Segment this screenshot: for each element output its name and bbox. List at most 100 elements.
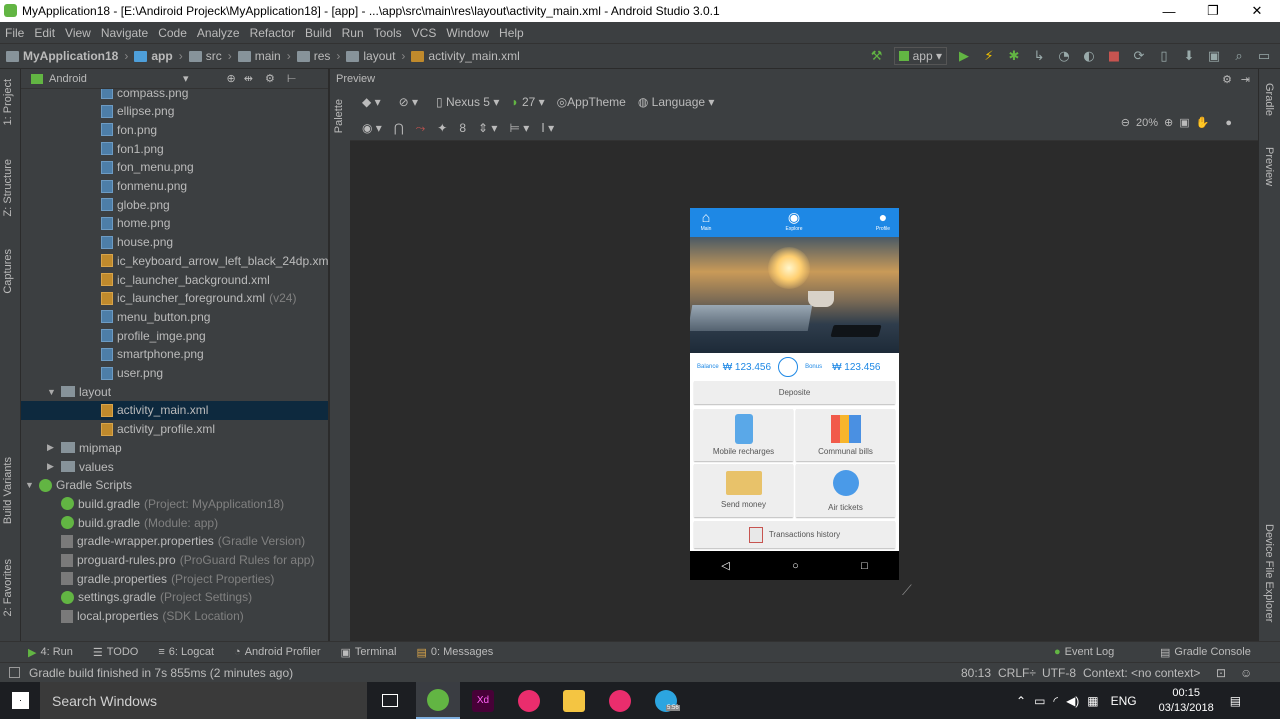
tree-item[interactable]: gradle-wrapper.properties (Gradle Version… — [21, 532, 328, 551]
breadcrumb-file[interactable]: activity_main.xml — [411, 49, 520, 63]
tab-logcat[interactable]: ≡ 6: Logcat — [158, 646, 214, 658]
collapsed-arrow-icon[interactable]: ▶ — [47, 442, 61, 453]
design-surface-icon[interactable]: ◆ ▾ — [362, 95, 381, 109]
menu-run[interactable]: Run — [337, 26, 369, 40]
resize-handle-icon[interactable]: ⟋ — [902, 583, 912, 599]
tree-item[interactable]: ic_launcher_background.xml — [21, 270, 328, 289]
mobile-recharges-tile[interactable]: Mobile recharges — [694, 409, 793, 461]
tree-item[interactable]: ic_keyboard_arrow_left_black_24dp.xml — [21, 251, 328, 270]
orientation-icon[interactable]: ⊘ ▾ — [399, 95, 418, 109]
tree-item[interactable]: ▼ layout — [21, 382, 328, 401]
tab-structure[interactable]: Z: Structure — [2, 159, 14, 216]
wifi-icon[interactable]: ◜ — [1053, 694, 1058, 708]
collapsed-arrow-icon[interactable]: ▶ — [47, 461, 61, 472]
stop-icon[interactable]: ■ — [1106, 48, 1122, 64]
zoom-in-icon[interactable]: ⊕ — [1164, 116, 1173, 129]
expanded-arrow-icon[interactable]: ▼ — [47, 387, 61, 397]
clear-constraints-icon[interactable]: ⤳ — [416, 121, 426, 136]
default-margin[interactable]: 8 — [459, 121, 466, 135]
search-icon[interactable]: ⌕ — [1231, 48, 1247, 64]
tree-item[interactable]: smartphone.png — [21, 345, 328, 364]
tab-project[interactable]: 1: Project — [2, 79, 14, 125]
menu-window[interactable]: Window — [441, 26, 494, 40]
menu-refactor[interactable]: Refactor — [245, 26, 300, 40]
debug-icon[interactable]: ✱ — [1006, 48, 1022, 64]
tab-messages[interactable]: ▤ 0: Messages — [417, 646, 494, 659]
run-config-select[interactable]: app ▾ — [893, 47, 947, 65]
inspector-icon[interactable]: ☺ — [1240, 666, 1252, 680]
tree-item[interactable]: profile_imge.png — [21, 326, 328, 345]
tree-item[interactable]: ▶ mipmap — [21, 438, 328, 457]
tree-item[interactable]: fon1.png — [21, 139, 328, 158]
sync-icon[interactable]: ⟳ — [1131, 48, 1147, 64]
browser-taskbar-icon[interactable] — [598, 682, 642, 719]
tab-todo[interactable]: ☰ TODO — [93, 646, 138, 659]
tab-captures[interactable]: Captures — [2, 249, 14, 294]
caret-position[interactable]: 80:13 — [961, 666, 991, 680]
tree-item[interactable]: local.properties (SDK Location) — [21, 607, 328, 626]
menu-analyze[interactable]: Analyze — [192, 26, 245, 40]
deposit-button[interactable]: Deposite — [694, 381, 895, 404]
align-icon[interactable]: ⊨ ▾ — [509, 121, 529, 135]
menu-navigate[interactable]: Navigate — [96, 26, 153, 40]
scroll-from-source-icon[interactable]: ⇹ — [244, 72, 253, 85]
profile-icon[interactable]: ◔ — [1056, 48, 1072, 64]
line-separator[interactable]: CRLF÷ — [998, 666, 1036, 680]
tree-item[interactable]: home.png — [21, 214, 328, 233]
tree-item[interactable]: build.gradle (Module: app) — [21, 513, 328, 532]
guidelines-icon[interactable]: Ⅰ ▾ — [541, 121, 554, 135]
magnet-icon[interactable]: ⋂ — [394, 121, 404, 135]
close-button[interactable]: ✕ — [1234, 0, 1280, 22]
file-encoding[interactable]: UTF-8 — [1042, 666, 1076, 680]
tab-build-variants[interactable]: Build Variants — [2, 457, 14, 524]
view-dropdown-icon[interactable]: ▾ — [183, 72, 189, 85]
nav-explore[interactable]: ◉ Explore — [774, 209, 814, 232]
breadcrumb-project[interactable]: MyApplication18 › — [6, 49, 128, 63]
notifications-icon[interactable]: ▤ — [1230, 694, 1241, 708]
home-nav-icon[interactable]: ○ — [792, 560, 799, 572]
avd-manager-icon[interactable]: ▯ — [1156, 48, 1172, 64]
tree-item[interactable]: ▼ Gradle Scripts — [21, 476, 328, 495]
tab-terminal[interactable]: ▣ Terminal — [341, 646, 397, 659]
collapse-icon[interactable]: ⊕ — [227, 72, 236, 85]
tab-gradle-console[interactable]: ▤ Gradle Console — [1160, 646, 1251, 659]
breadcrumb-layout[interactable]: layout › — [346, 49, 405, 63]
windows-start-icon[interactable] — [12, 692, 29, 709]
palette-tab[interactable]: Palette — [333, 99, 345, 133]
tree-item[interactable]: fon.png — [21, 120, 328, 139]
breadcrumb-main[interactable]: main › — [237, 49, 291, 63]
tree-item[interactable]: fonmenu.png — [21, 177, 328, 196]
tab-event-log[interactable]: ● Event Log — [1054, 646, 1114, 658]
tree-item[interactable]: menu_button.png — [21, 307, 328, 326]
context-indicator[interactable]: Context: <no context> — [1083, 666, 1200, 680]
menu-help[interactable]: Help — [494, 26, 529, 40]
telegram-taskbar-icon[interactable]: 5:56 — [644, 682, 688, 719]
show-hidden-icons[interactable]: ⌃ — [1016, 694, 1026, 708]
nav-main[interactable]: ⌂ Main — [690, 209, 726, 232]
hide-panel-icon[interactable]: ⇥ — [1241, 73, 1250, 86]
taskbar-search[interactable]: Search Windows — [40, 682, 367, 719]
api-select[interactable]: ◗ 27 ▾ — [511, 95, 544, 109]
tree-item[interactable]: ▶ values — [21, 457, 328, 476]
project-structure-icon[interactable]: ▣ — [1206, 48, 1222, 64]
volume-icon[interactable]: ◀) — [1066, 694, 1079, 708]
theme-select[interactable]: ◎ AppTheme — [557, 95, 626, 109]
tab-preview[interactable]: Preview — [1263, 147, 1275, 186]
eye-icon[interactable]: ◉ ▾ — [362, 121, 382, 135]
tree-item[interactable]: ic_launcher_foreground.xml (v24) — [21, 289, 328, 308]
tree-item[interactable]: house.png — [21, 233, 328, 252]
device-mirror-icon[interactable]: ▭ — [1256, 48, 1272, 64]
tree-item[interactable]: activity_main.xml — [21, 400, 328, 420]
expanded-arrow-icon[interactable]: ▼ — [25, 480, 39, 490]
gear-icon[interactable]: ⚙ — [265, 72, 275, 85]
tree-item[interactable]: user.png — [21, 364, 328, 383]
android-studio-taskbar-icon[interactable] — [416, 682, 460, 719]
clock[interactable]: 00:15 03/13/2018 — [1159, 686, 1214, 716]
infer-constraints-icon[interactable]: ✦ — [437, 121, 447, 135]
tree-item[interactable]: ellipse.png — [21, 102, 328, 121]
tree-item[interactable]: settings.gradle (Project Settings) — [21, 588, 328, 607]
transactions-history-button[interactable]: Transactions history — [694, 521, 895, 548]
breadcrumb-app[interactable]: app › — [134, 49, 183, 63]
tree-item[interactable]: activity_profile.xml — [21, 420, 328, 439]
gear-icon[interactable]: ⚙ — [1222, 73, 1232, 86]
